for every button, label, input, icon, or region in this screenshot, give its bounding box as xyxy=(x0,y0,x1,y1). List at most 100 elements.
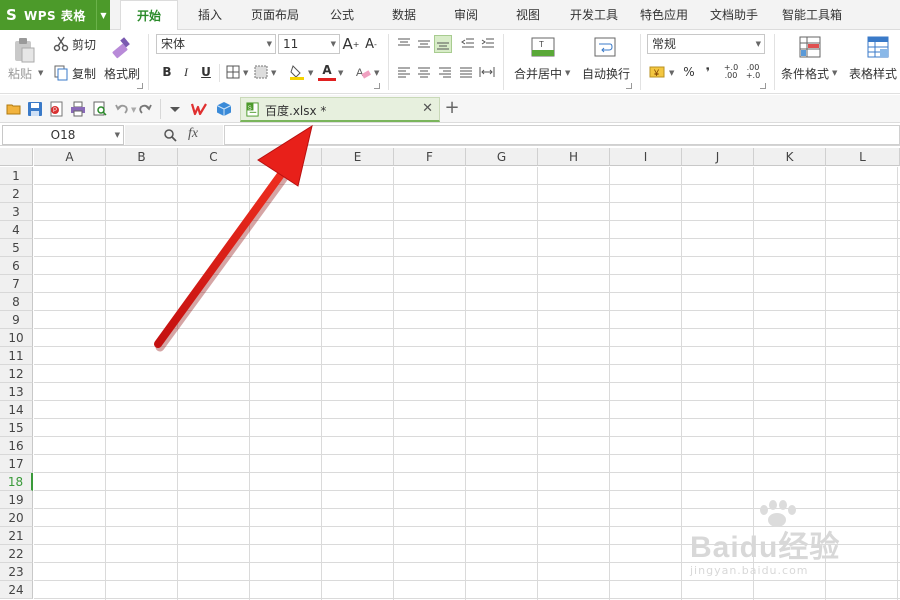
align-bottom-icon[interactable] xyxy=(434,35,452,53)
chevron-down-icon[interactable]: ▼ xyxy=(271,69,276,77)
select-all-corner[interactable] xyxy=(0,148,33,166)
number-launcher-icon[interactable] xyxy=(760,83,766,89)
chevron-down-icon[interactable]: ▼ xyxy=(832,69,837,77)
chevron-down-icon[interactable]: ▼ xyxy=(243,69,248,77)
row-header[interactable]: 4 xyxy=(0,221,33,239)
row-header[interactable]: 15 xyxy=(0,419,33,437)
align-center-icon[interactable] xyxy=(415,63,433,81)
row-header-active[interactable]: 18 xyxy=(0,473,33,491)
scissors-icon[interactable] xyxy=(52,35,70,53)
decrease-decimal-icon[interactable]: .00 +.0 xyxy=(744,63,762,81)
app-menu-dropdown-icon[interactable]: ▼ xyxy=(96,0,110,30)
format-painter-button[interactable]: 格式刷 xyxy=(104,65,140,82)
distributed-align-icon[interactable] xyxy=(478,63,496,81)
align-left-icon[interactable] xyxy=(395,63,413,81)
conditional-format-icon[interactable] xyxy=(797,34,823,60)
fill-pattern-icon[interactable] xyxy=(252,63,270,81)
new-tab-button[interactable]: + xyxy=(444,99,460,119)
copy-button[interactable]: 复制 xyxy=(72,65,96,82)
wrap-text-button[interactable]: 自动换行 xyxy=(582,65,630,82)
export-pdf-icon[interactable]: P xyxy=(48,101,64,117)
paste-dropdown-icon[interactable]: ▼ xyxy=(38,69,43,77)
decrease-font-icon[interactable]: A- xyxy=(362,35,380,53)
row-header[interactable]: 12 xyxy=(0,365,33,383)
font-name-select[interactable]: 宋体 ▼ xyxy=(156,34,276,54)
row-header[interactable]: 1 xyxy=(0,167,33,185)
cube-app-icon[interactable] xyxy=(216,101,232,117)
font-launcher-icon[interactable] xyxy=(374,83,380,89)
row-header[interactable]: 14 xyxy=(0,401,33,419)
chevron-down-icon[interactable]: ▼ xyxy=(565,69,570,77)
column-header[interactable]: I xyxy=(610,148,682,166)
column-header[interactable]: J xyxy=(682,148,754,166)
conditional-format-button[interactable]: 条件格式 xyxy=(781,65,829,82)
insert-function-button[interactable]: fx xyxy=(188,126,198,142)
column-header[interactable]: D xyxy=(250,148,322,166)
currency-icon[interactable]: ¥ xyxy=(648,63,666,81)
paste-icon[interactable] xyxy=(10,36,38,64)
underline-button[interactable]: U xyxy=(197,63,215,81)
copy-icon[interactable] xyxy=(52,64,70,82)
tab-data[interactable]: 数据 xyxy=(380,0,428,30)
wps-home-icon[interactable] xyxy=(191,101,207,117)
close-icon[interactable]: ✕ xyxy=(422,101,433,116)
font-size-select[interactable]: 11 ▼ xyxy=(278,34,340,54)
row-header[interactable]: 23 xyxy=(0,563,33,581)
chevron-down-icon[interactable]: ▼ xyxy=(374,69,379,77)
tab-special-apps[interactable]: 特色应用 xyxy=(632,0,696,30)
chevron-down-icon[interactable]: ▼ xyxy=(308,69,313,77)
thousands-separator-button[interactable]: ❜ xyxy=(699,63,717,81)
column-header[interactable]: L xyxy=(826,148,900,166)
row-header[interactable]: 17 xyxy=(0,455,33,473)
decrease-indent-icon[interactable] xyxy=(459,35,477,53)
align-top-icon[interactable] xyxy=(395,35,413,53)
row-header[interactable]: 16 xyxy=(0,437,33,455)
column-header[interactable]: F xyxy=(394,148,466,166)
customize-toolbar-icon[interactable] xyxy=(167,101,183,117)
row-header[interactable]: 5 xyxy=(0,239,33,257)
borders-icon[interactable] xyxy=(224,63,242,81)
increase-indent-icon[interactable] xyxy=(479,35,497,53)
tab-smart-toolbox[interactable]: 智能工具箱 xyxy=(774,0,850,30)
align-right-icon[interactable] xyxy=(436,63,454,81)
table-style-button[interactable]: 表格样式 xyxy=(849,65,897,82)
chevron-down-icon[interactable]: ▼ xyxy=(338,69,343,77)
row-header[interactable]: 8 xyxy=(0,293,33,311)
justify-icon[interactable] xyxy=(457,63,475,81)
row-header[interactable]: 10 xyxy=(0,329,33,347)
row-header[interactable]: 6 xyxy=(0,257,33,275)
row-header[interactable]: 11 xyxy=(0,347,33,365)
column-header[interactable]: B xyxy=(106,148,178,166)
row-header[interactable]: 22 xyxy=(0,545,33,563)
row-header[interactable]: 13 xyxy=(0,383,33,401)
paste-label[interactable]: 粘贴 xyxy=(8,65,32,82)
row-header[interactable]: 20 xyxy=(0,509,33,527)
column-header[interactable]: A xyxy=(34,148,106,166)
row-header[interactable]: 3 xyxy=(0,203,33,221)
clear-format-icon[interactable]: A xyxy=(354,63,372,81)
number-format-select[interactable]: 常规 ▼ xyxy=(647,34,765,54)
tab-doc-assistant[interactable]: 文档助手 xyxy=(702,0,766,30)
tab-formulas[interactable]: 公式 xyxy=(318,0,366,30)
column-header[interactable]: C xyxy=(178,148,250,166)
tab-developer[interactable]: 开发工具 xyxy=(562,0,626,30)
cut-button[interactable]: 剪切 xyxy=(72,36,96,53)
column-header[interactable]: K xyxy=(754,148,826,166)
tab-view[interactable]: 视图 xyxy=(504,0,552,30)
fill-color-icon[interactable] xyxy=(288,63,306,81)
undo-dropdown-icon[interactable]: ▼ xyxy=(131,106,136,114)
row-header[interactable]: 7 xyxy=(0,275,33,293)
app-menu-button[interactable]: S WPS 表格 ▼ xyxy=(0,0,110,30)
magnifier-icon[interactable] xyxy=(163,128,177,142)
merge-center-icon[interactable]: T xyxy=(530,34,556,60)
alignment-launcher-icon[interactable] xyxy=(626,83,632,89)
column-header[interactable]: E xyxy=(322,148,394,166)
font-color-icon[interactable]: A xyxy=(318,62,336,81)
row-header[interactable]: 24 xyxy=(0,581,33,599)
bold-button[interactable]: B xyxy=(158,63,176,81)
document-tab[interactable]: S 百度.xlsx * ✕ xyxy=(240,97,440,122)
align-middle-icon[interactable] xyxy=(415,35,433,53)
undo-icon[interactable] xyxy=(114,101,130,117)
increase-font-icon[interactable]: A + xyxy=(342,35,360,53)
column-header[interactable]: G xyxy=(466,148,538,166)
